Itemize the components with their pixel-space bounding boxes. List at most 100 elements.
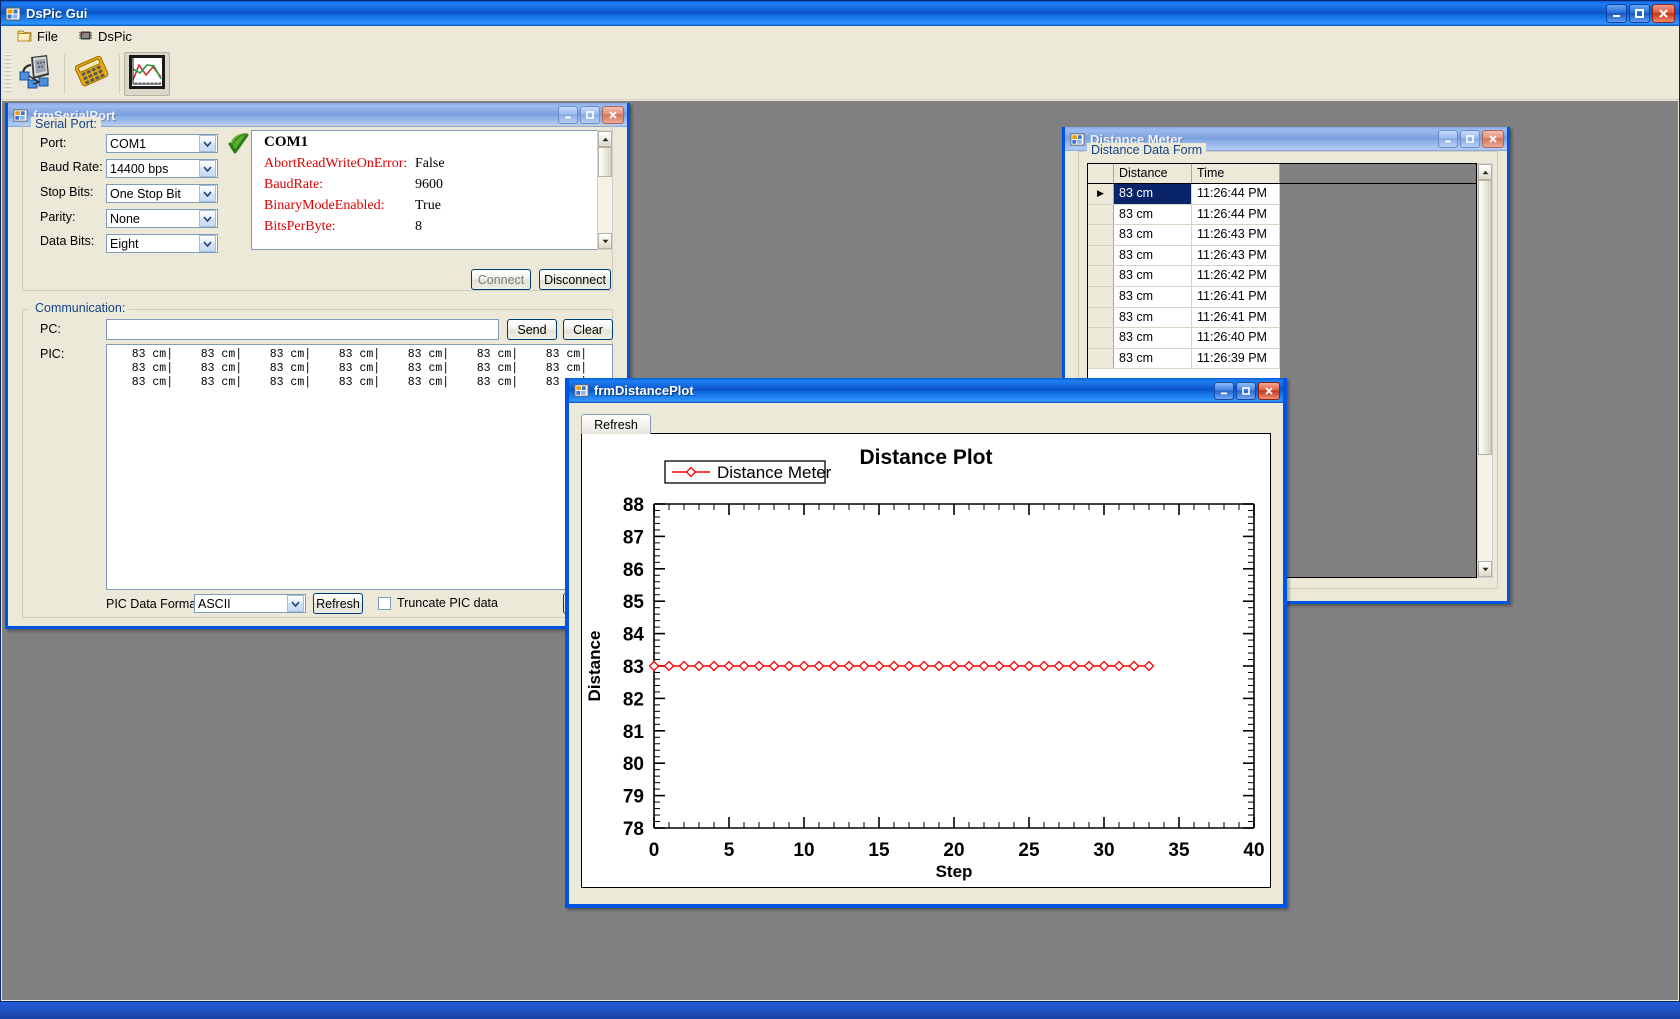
distance-plot-chart: Distance Plot 78 79 80 81 82 83 84 85 86 87 88 0 5 10… [581,433,1271,888]
toolbar-grip[interactable] [5,53,11,94]
parity-label: Parity: [40,210,76,224]
cell-distance[interactable]: 83 cm [1114,307,1192,328]
cell-time[interactable]: 11:26:40 PM [1192,328,1280,348]
pic-data-format-combo[interactable]: ASCII [194,594,306,613]
distance-plot-close-button[interactable] [1258,381,1280,400]
svg-text:35: 35 [1168,840,1190,861]
svg-text:Distance: Distance [585,631,604,702]
distance-meter-tool-button[interactable] [69,52,115,96]
cell-distance[interactable]: 83 cm [1114,286,1192,307]
cell-time[interactable]: 11:26:41 PM [1192,286,1280,307]
cell-time[interactable]: 11:26:43 PM [1192,225,1280,245]
serial-port-tool-button[interactable] [14,52,60,96]
distance-plot-window: frmDistancePlot Refresh Distance Plot 78… [565,378,1287,908]
data-bits-combo[interactable]: Eight [106,234,218,253]
cell-time[interactable]: 11:26:41 PM [1192,307,1280,328]
svg-text:84: 84 [623,625,645,646]
form-icon [574,383,589,398]
serial-port-minimize-button[interactable] [558,106,578,124]
pic-output-textarea[interactable]: 83 cm| 83 cm| 83 cm| 83 cm| 83 cm| 83 cm… [106,344,613,590]
grid-scrollbar[interactable] [1477,163,1493,578]
menu-item-file[interactable]: File [9,27,66,47]
svg-text:83: 83 [623,657,644,678]
row-selector[interactable] [1088,328,1114,348]
green-check-leaf-icon [226,131,250,160]
plot-icon [127,53,167,94]
send-button[interactable]: Send [507,319,557,340]
pc-input[interactable] [106,319,499,340]
refresh-button[interactable]: Refresh [313,593,363,614]
cell-time[interactable]: 11:26:42 PM [1192,266,1280,286]
svg-text:15: 15 [868,840,890,861]
cell-distance[interactable]: 83 cm [1114,328,1192,348]
property-name: AbortReadWriteOnError: [264,156,408,171]
row-selector[interactable] [1088,204,1114,225]
chevron-down-icon[interactable] [199,235,216,252]
chevron-down-icon[interactable] [199,210,216,227]
distance-plot-minimize-button[interactable] [1214,381,1234,400]
chevron-down-icon[interactable] [199,185,216,202]
distance-plot-maximize-button[interactable] [1236,381,1256,400]
scroll-down-button[interactable] [1478,561,1492,577]
truncate-pic-data-label: Truncate PIC data [397,596,498,610]
maximize-button[interactable] [1629,4,1650,23]
menu-item-dspic[interactable]: DsPic [70,27,140,47]
scrollbar-thumb[interactable] [598,147,612,177]
properties-scrollbar[interactable] [597,130,613,250]
cell-time[interactable]: 11:26:44 PM [1192,204,1280,225]
row-selector-arrow[interactable]: ▶ [1088,184,1114,204]
serial-port-titlebar[interactable]: frmSerialPort [8,103,627,127]
stop-bits-combo[interactable]: One Stop Bit [106,184,218,203]
port-label: Port: [40,136,67,150]
cell-time[interactable]: 11:26:43 PM [1192,245,1280,266]
distance-plot-titlebar[interactable]: frmDistancePlot [569,378,1283,403]
cell-distance[interactable]: 83 cm [1114,204,1192,225]
scrollbar-track[interactable] [1478,180,1492,561]
scrollbar-thumb[interactable] [1478,180,1492,455]
cell-time[interactable]: 11:26:39 PM [1192,348,1280,369]
row-selector[interactable] [1088,245,1114,266]
scroll-down-button[interactable] [598,233,612,249]
cell-distance[interactable]: 83 cm [1114,266,1192,286]
disconnect-button[interactable]: Disconnect [539,269,611,290]
chevron-down-icon[interactable] [199,160,216,177]
port-combo[interactable]: COM1 [106,134,218,153]
cell-time[interactable]: 11:26:44 PM [1192,184,1280,204]
baud-rate-combo[interactable]: 14400 bps [106,159,218,178]
clear-button[interactable]: Clear [563,319,613,340]
row-selector[interactable] [1088,307,1114,328]
row-selector[interactable] [1088,348,1114,369]
serial-port-close-button[interactable] [602,106,624,124]
stop-bits-label: Stop Bits: [40,185,94,199]
distance-plot-window-buttons [1214,381,1281,400]
grid-header-filler [1280,164,1476,183]
baud-rate-label: Baud Rate: [40,160,103,174]
row-selector[interactable] [1088,266,1114,286]
distance-plot-tool-button[interactable] [124,51,170,96]
cell-distance[interactable]: 83 cm [1114,348,1192,369]
row-selector[interactable] [1088,225,1114,245]
scrollbar-track[interactable] [598,147,612,233]
scroll-up-button[interactable] [598,131,612,147]
row-selector[interactable] [1088,286,1114,307]
chevron-down-icon[interactable] [199,135,216,152]
chip-icon [78,29,93,45]
distance-meter-minimize-button[interactable] [1438,130,1458,148]
minimize-button[interactable] [1606,4,1627,23]
connect-button[interactable]: Connect [471,269,531,290]
grid-header-distance[interactable]: Distance [1114,164,1192,183]
refresh-tab-button[interactable]: Refresh [581,414,651,434]
cell-distance[interactable]: 83 cm [1114,225,1192,245]
cell-distance[interactable]: 83 cm [1114,184,1192,204]
serial-port-maximize-button[interactable] [580,106,600,124]
parity-combo[interactable]: None [106,209,218,228]
scroll-up-button[interactable] [1478,164,1492,180]
distance-meter-maximize-button[interactable] [1460,130,1480,148]
close-button[interactable] [1652,4,1675,23]
cell-distance[interactable]: 83 cm [1114,245,1192,266]
chevron-down-icon[interactable] [287,595,304,612]
taskbar[interactable] [0,1002,1680,1019]
truncate-pic-data-checkbox[interactable] [378,597,391,610]
grid-header-time[interactable]: Time [1192,164,1280,183]
distance-meter-close-button[interactable] [1482,130,1504,148]
